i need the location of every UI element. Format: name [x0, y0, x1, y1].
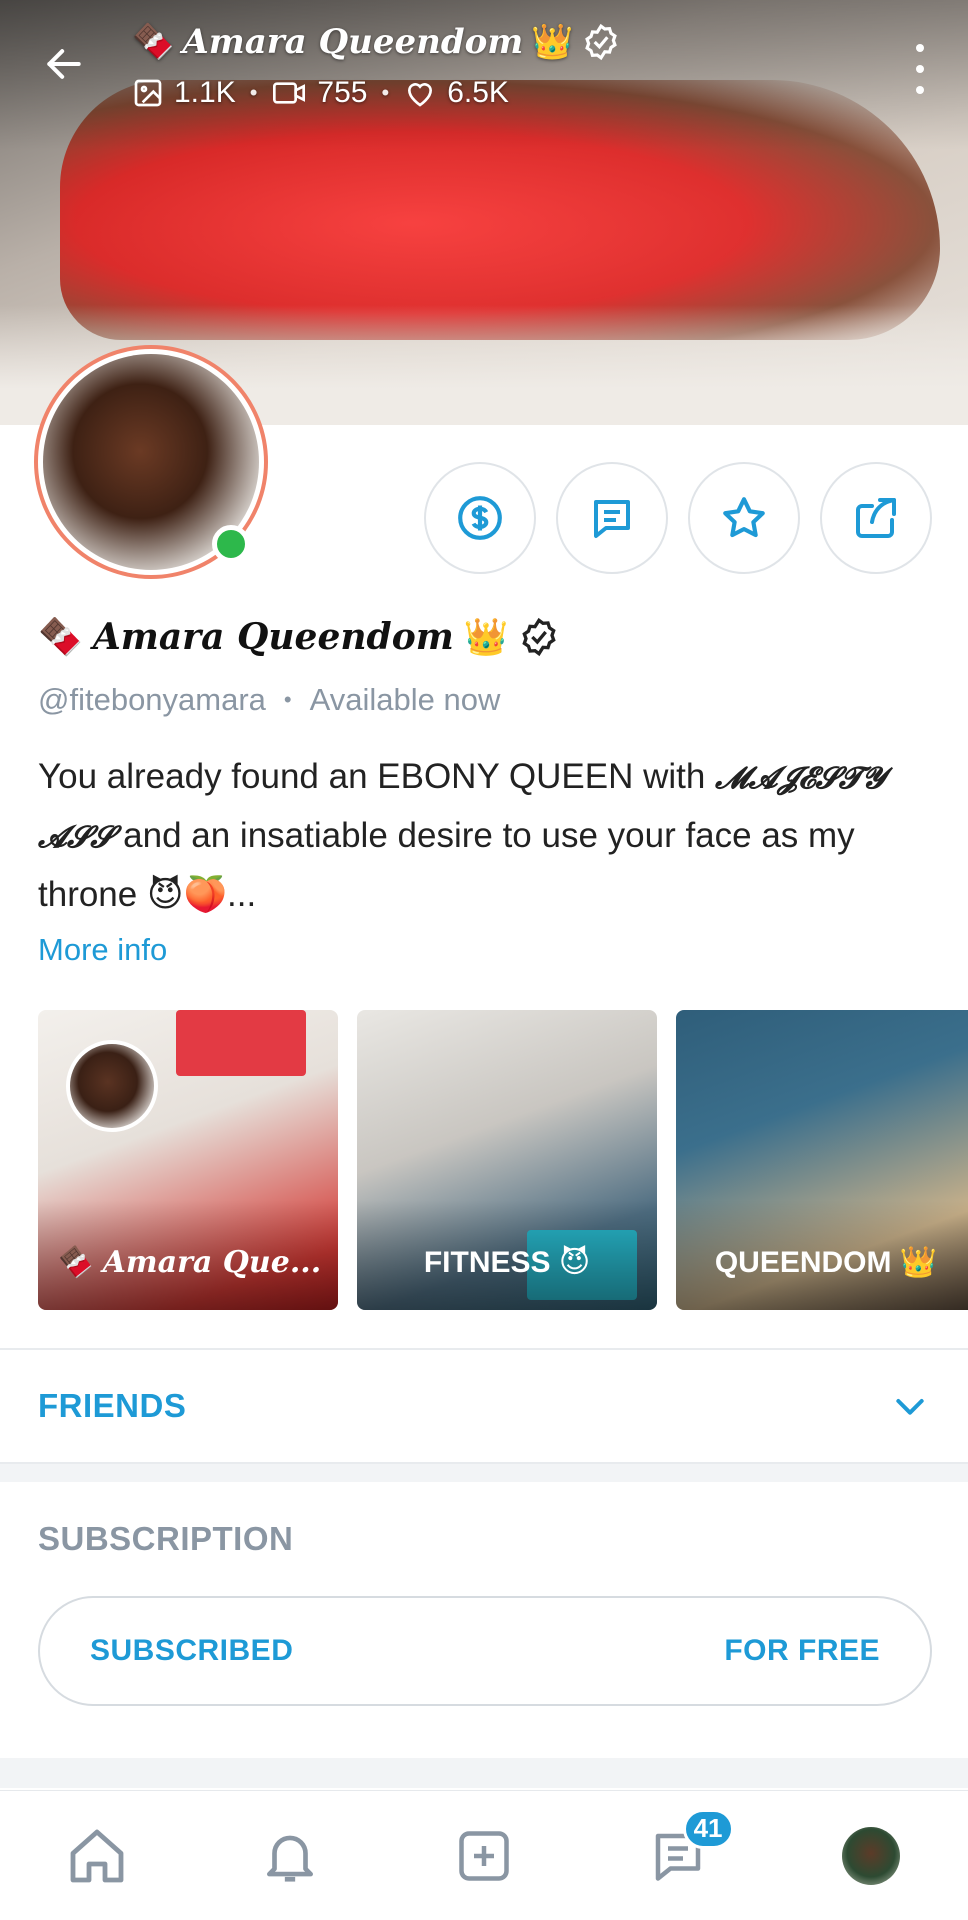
home-icon	[70, 1829, 124, 1882]
highlight-label: 🍫 Amara Que...	[54, 1245, 322, 1280]
cover-title-text: Amara Queendom	[182, 22, 524, 62]
highlight-item[interactable]: FITNESS 😈	[357, 1010, 657, 1310]
nav-messages[interactable]: 41	[623, 1801, 734, 1911]
section-spacer	[0, 1758, 968, 1788]
photos-count: 1.1K	[174, 76, 236, 109]
top-bar: 🍫 Amara Queendom 👑 1.1K • 755 • 6.5K	[0, 0, 968, 130]
video-icon	[273, 82, 306, 104]
dollar-icon	[458, 496, 502, 540]
likes-count: 6.5K	[447, 76, 509, 109]
handle-row: @fitebonyamara • Available now	[38, 682, 500, 718]
profile-name-text: Amara Queendom	[92, 616, 454, 658]
cover-stats: 1.1K • 755 • 6.5K	[132, 76, 509, 110]
crown-icon: 👑	[531, 22, 574, 62]
profile-handle: @fitebonyamara	[38, 682, 266, 717]
bio-emojis: 😈🍑...	[146, 875, 257, 914]
likes-stat[interactable]: 6.5K	[403, 76, 509, 110]
share-button[interactable]	[820, 462, 932, 574]
subscription-title: SUBSCRIPTION	[38, 1520, 294, 1557]
highlight-item[interactable]: QUEENDOM 👑	[676, 1010, 968, 1310]
heart-icon	[408, 83, 433, 107]
videos-stat[interactable]: 755	[271, 76, 367, 110]
tip-button[interactable]	[424, 462, 536, 574]
arrow-left-icon	[47, 49, 81, 79]
chat-icon	[594, 500, 630, 538]
highlights-row: 🍫 Amara Que... FITNESS 😈 QUEENDOM 👑	[38, 1010, 968, 1310]
subscribed-button[interactable]: SUBSCRIBED FOR FREE	[38, 1596, 932, 1706]
nav-profile[interactable]	[816, 1801, 926, 1911]
profile-name: 🍫 Amara Queendom 👑	[38, 616, 559, 658]
favorite-button[interactable]	[688, 462, 800, 574]
more-options-icon[interactable]	[912, 44, 928, 94]
separator-dot: •	[249, 80, 258, 105]
chevron-down-icon	[896, 1399, 924, 1415]
highlight-label: FITNESS 😈	[423, 1246, 591, 1279]
separator-dot: •	[283, 687, 292, 712]
friends-section-toggle[interactable]: FRIENDS	[0, 1350, 968, 1462]
add-post-icon	[459, 1830, 509, 1881]
avatar	[842, 1826, 901, 1885]
avatar	[66, 1040, 158, 1132]
nav-home[interactable]	[42, 1801, 152, 1911]
bio-text: You already found an EBONY QUEEN with	[38, 757, 716, 796]
star-icon	[723, 497, 765, 538]
bell-icon	[267, 1835, 314, 1882]
back-button[interactable]	[36, 36, 92, 92]
subscription-price: FOR FREE	[724, 1634, 880, 1667]
videos-count: 755	[317, 76, 368, 109]
nav-notifications[interactable]	[235, 1801, 345, 1911]
chocolate-icon: 🍫	[132, 22, 175, 62]
messages-badge: 41	[682, 1808, 734, 1849]
separator-dot: •	[381, 80, 390, 105]
section-spacer	[0, 1464, 968, 1482]
verified-icon	[521, 617, 556, 657]
subscription-status: SUBSCRIBED	[90, 1634, 294, 1667]
nav-new-post[interactable]	[429, 1801, 539, 1911]
highlight-label: QUEENDOM 👑	[714, 1246, 938, 1279]
crown-icon: 👑	[463, 616, 509, 658]
friends-title: FRIENDS	[38, 1387, 187, 1424]
share-icon	[856, 498, 896, 538]
cover-title: 🍫 Amara Queendom 👑	[132, 22, 620, 62]
highlight-item[interactable]: 🍫 Amara Que...	[38, 1010, 338, 1310]
photos-stat[interactable]: 1.1K	[132, 76, 236, 110]
profile-bio: You already found an EBONY QUEEN with 𝓜𝓐…	[38, 748, 938, 923]
highlight-thumb-detail	[176, 1010, 306, 1076]
message-button[interactable]	[556, 462, 668, 574]
availability-status: Available now	[309, 682, 501, 717]
online-indicator	[212, 525, 250, 563]
image-icon	[134, 79, 162, 107]
bottom-navigation: 41	[0, 1790, 968, 1920]
chocolate-icon: 🍫	[38, 616, 83, 658]
verified-icon	[584, 23, 617, 61]
more-info-link[interactable]: More info	[38, 932, 167, 968]
profile-actions	[424, 462, 932, 574]
